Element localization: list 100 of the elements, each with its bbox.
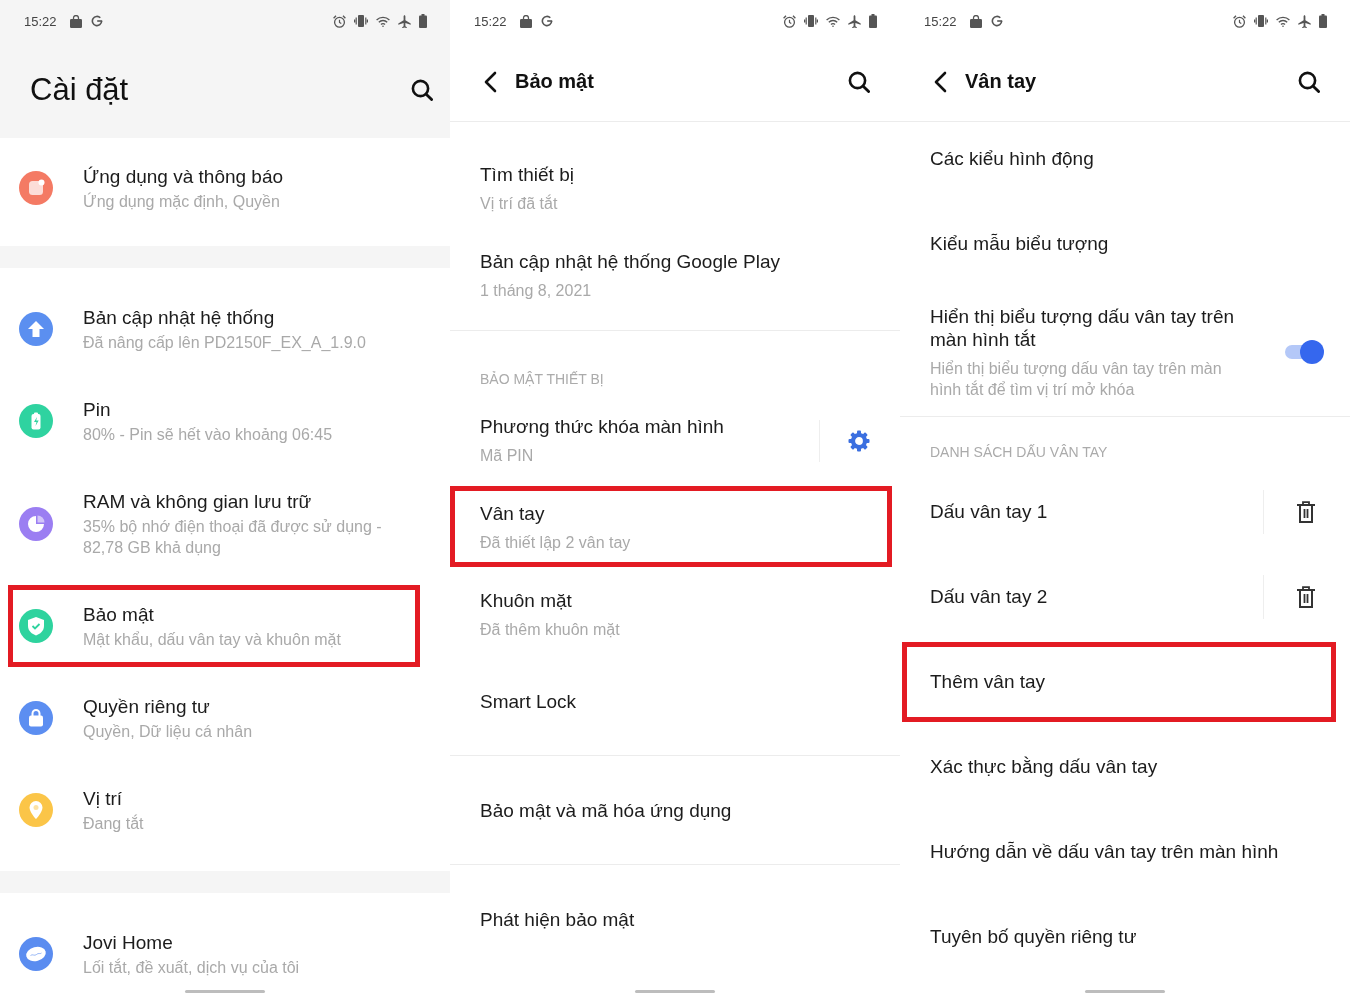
settings-item[interactable]: Dấu vân tay 2 xyxy=(900,554,1350,639)
settings-item[interactable]: RAM và không gian lưu trữ 35% bộ nhớ điện thoại đã được sử dụng - 82,78 GB khả dụng xyxy=(0,467,450,580)
item-subtitle: Mã PIN xyxy=(480,446,535,466)
alarm-clock-icon xyxy=(333,14,346,28)
item-title: Vân tay xyxy=(480,502,546,525)
settings-item[interactable]: Kiểu mẫu biểu tượng xyxy=(900,200,1350,286)
item-title: Kiểu mẫu biểu tượng xyxy=(930,231,1110,255)
status-time: 15:22 xyxy=(474,13,507,29)
item-title: Jovi Home xyxy=(83,930,174,954)
item-title: Tìm thiết bị xyxy=(480,163,575,186)
item-title: Phát hiện bảo mật xyxy=(480,907,636,931)
settings-item[interactable]: Phát hiện bảo mật xyxy=(450,876,900,962)
vibrate-icon xyxy=(1254,15,1268,27)
back-icon[interactable] xyxy=(933,70,947,93)
settings-item[interactable]: Vị trí Đang tắt xyxy=(0,764,450,856)
item-title: Các kiểu hình động xyxy=(930,146,1095,170)
settings-item[interactable]: Tìm thiết bị Vị trí đã tắt xyxy=(450,145,900,232)
item-title: Xác thực bằng dấu vân tay xyxy=(930,755,1159,778)
item-title: Quyền riêng tư xyxy=(83,694,211,718)
alarm-clock-icon xyxy=(1233,14,1246,28)
shopping-bag-icon xyxy=(69,14,82,28)
item-title: Dấu vân tay 2 xyxy=(930,585,1049,608)
gear-icon[interactable] xyxy=(848,429,870,452)
item-title: Bản cập nhật hệ thống Google Play xyxy=(480,250,781,273)
item-title: Hướng dẫn về dấu vân tay trên màn hình xyxy=(930,840,1280,863)
wifi-icon xyxy=(376,15,390,27)
item-subtitle: Đã nâng cấp lên PD2150F_EX_A_1.9.0 xyxy=(83,332,367,353)
wifi-icon xyxy=(826,15,840,27)
toggle-switch[interactable] xyxy=(1284,340,1324,364)
settings-item[interactable]: Thêm vân tay xyxy=(900,639,1350,724)
back-icon[interactable] xyxy=(483,70,497,93)
item-subtitle: Hiển thị biểu tượng dấu vân tay trên màn hình tắt để tìm vị trí mở khóa xyxy=(930,358,1223,400)
search-icon[interactable] xyxy=(1298,70,1320,93)
settings-item[interactable]: Xác thực bằng dấu vân tay xyxy=(900,724,1350,809)
item-title: Bảo mật xyxy=(83,602,155,626)
page-title: Bảo mật xyxy=(515,70,594,93)
item-title: RAM và không gian lưu trữ xyxy=(83,489,313,513)
vibrate-icon xyxy=(804,15,818,27)
section-header: BẢO MẬT THIẾT BỊ xyxy=(479,370,605,389)
g-icon xyxy=(990,15,1003,27)
page-title: Vân tay xyxy=(965,70,1037,93)
settings-item[interactable]: Bản cập nhật hệ thống Google Play 1 tháng 8, 2021 xyxy=(450,232,900,319)
item-subtitle: 80% - Pin sẽ hết vào khoảng 06:45 xyxy=(83,424,334,445)
settings-item[interactable]: Quyền riêng tư Quyền, Dữ liệu cá nhân xyxy=(0,672,450,764)
search-icon[interactable] xyxy=(411,79,433,101)
battery-icon xyxy=(419,14,427,28)
item-title: Dấu vân tay 1 xyxy=(930,500,1049,523)
settings-item[interactable]: Các kiểu hình động xyxy=(900,122,1350,201)
settings-item[interactable]: Khuôn mặt Đã thêm khuôn mặt xyxy=(450,571,900,658)
item-title: Tuyên bố quyền riêng tư xyxy=(930,925,1138,948)
g-icon xyxy=(540,15,553,27)
item-title: Khuôn mặt xyxy=(480,589,573,612)
item-subtitle: 35% bộ nhớ điện thoại đã được sử dụng - 82,78 GB khả dụng xyxy=(83,516,383,558)
g-icon xyxy=(90,15,103,27)
settings-item[interactable]: Hướng dẫn về dấu vân tay trên màn hình xyxy=(900,809,1350,894)
item-title: Hiển thị biểu tượng dấu vân tay trên màn hình tắt xyxy=(930,304,1236,351)
alarm-clock-icon xyxy=(783,14,796,28)
page-title: Cài đặt xyxy=(30,72,129,108)
settings-item[interactable]: Bảo mật và mã hóa ứng dụng xyxy=(450,767,900,853)
wifi-icon xyxy=(1276,15,1290,27)
settings-item[interactable]: Vân tay Đã thiết lập 2 vân tay xyxy=(450,484,900,571)
item-subtitle: Đã thêm khuôn mặt xyxy=(480,620,621,640)
status-time: 15:22 xyxy=(924,13,957,29)
search-icon[interactable] xyxy=(848,70,870,93)
item-title: Bản cập nhật hệ thống xyxy=(83,305,276,329)
item-title: Vị trí xyxy=(83,786,124,810)
settings-item[interactable]: Smart Lock xyxy=(450,658,900,744)
item-title: Ứng dụng và thông báo xyxy=(83,164,285,188)
item-title: Smart Lock xyxy=(480,689,578,713)
trash-icon[interactable] xyxy=(1297,585,1315,608)
status-time: 15:22 xyxy=(24,13,57,29)
trash-icon[interactable] xyxy=(1297,500,1315,523)
item-subtitle: Vị trí đã tắt xyxy=(480,193,559,214)
item-title: Phương thức khóa màn hình xyxy=(480,415,725,438)
item-subtitle: Đang tắt xyxy=(83,813,145,834)
section-header: DANH SÁCH DẤU VÂN TAY xyxy=(929,442,1109,462)
item-title: Thêm vân tay xyxy=(930,670,1047,693)
battery-icon xyxy=(1319,14,1327,28)
settings-item[interactable]: Dấu vân tay 1 xyxy=(900,469,1350,554)
airplane-icon xyxy=(848,14,861,28)
settings-item[interactable]: Hiển thị biểu tượng dấu vân tay trên màn hình tắt Hiển thị biểu tượng dấu vân tay trên màn hình tắt để tìm vị trí mở khóa xyxy=(900,285,1350,416)
settings-item[interactable]: Pin 80% - Pin sẽ hết vào khoảng 06:45 xyxy=(0,375,450,467)
airplane-icon xyxy=(398,14,411,28)
battery-icon xyxy=(869,14,877,28)
item-subtitle: Lối tắt, đề xuất, dịch vụ của tôi xyxy=(83,957,301,978)
shopping-bag-icon xyxy=(519,14,532,28)
airplane-icon xyxy=(1298,14,1311,28)
settings-item[interactable]: Bản cập nhật hệ thống Đã nâng cấp lên PD2150F_EX_A_1.9.0 xyxy=(0,283,450,375)
shopping-bag-icon xyxy=(969,14,982,28)
item-subtitle: Ứng dụng mặc định, Quyền xyxy=(83,191,281,212)
vibrate-icon xyxy=(354,15,368,27)
item-subtitle: Đã thiết lập 2 vân tay xyxy=(480,533,632,553)
settings-item[interactable]: Phương thức khóa màn hình Mã PIN xyxy=(450,397,900,484)
item-title: Bảo mật và mã hóa ứng dụng xyxy=(480,798,733,822)
settings-item[interactable]: Bảo mật Mật khẩu, dấu vân tay và khuôn mặt xyxy=(0,580,450,672)
item-subtitle: Quyền, Dữ liệu cá nhân xyxy=(83,721,254,742)
item-subtitle: 1 tháng 8, 2021 xyxy=(480,281,593,301)
item-title: Pin xyxy=(83,397,112,421)
item-subtitle: Mật khẩu, dấu vân tay và khuôn mặt xyxy=(83,629,342,650)
settings-item[interactable]: Tuyên bố quyền riêng tư xyxy=(900,894,1350,979)
